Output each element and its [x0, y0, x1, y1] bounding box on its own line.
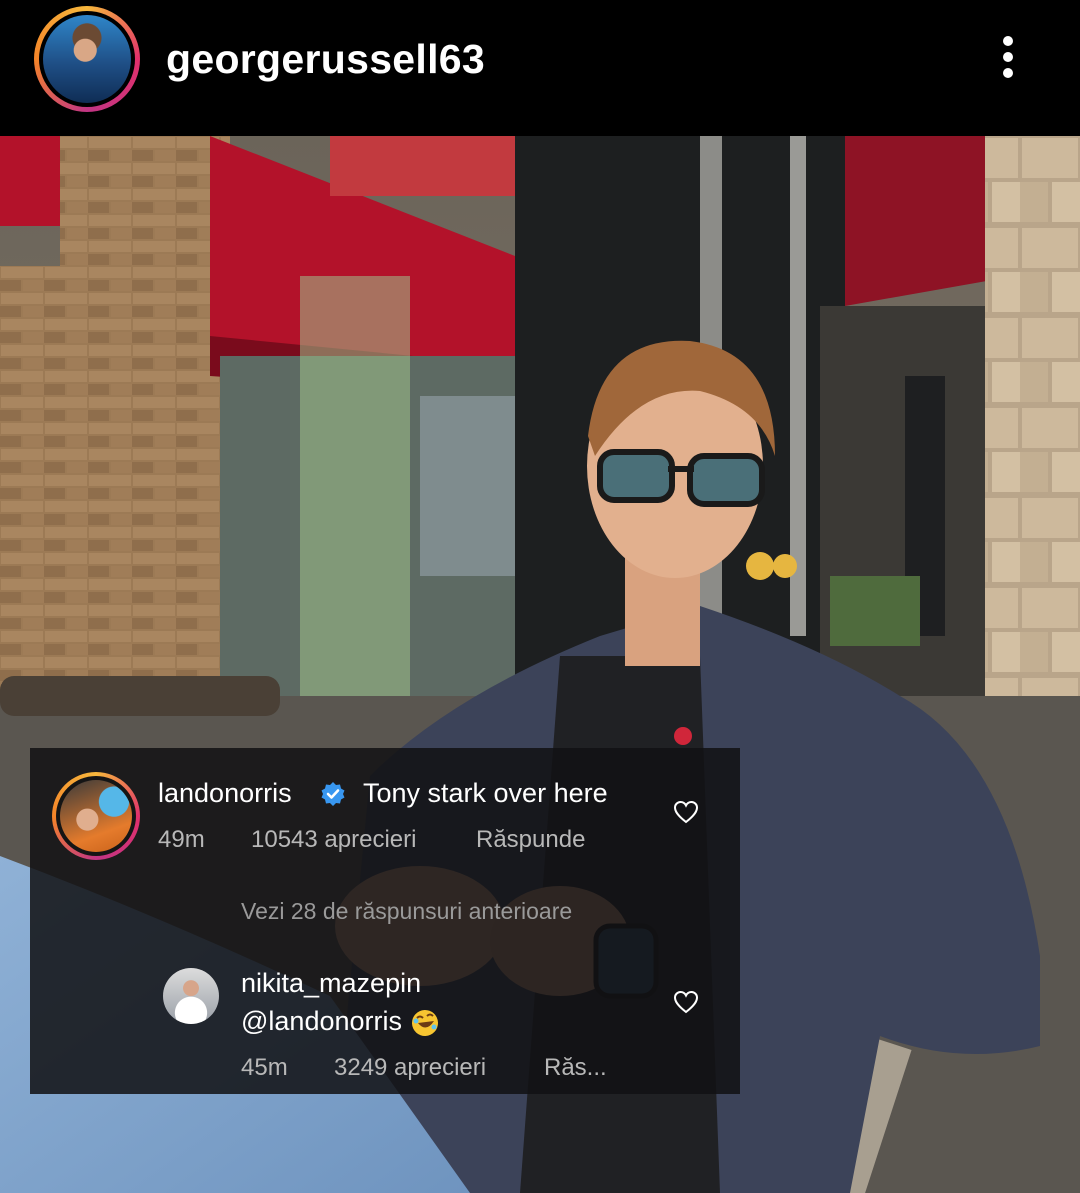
like-heart-icon[interactable]: [673, 800, 699, 824]
comment-text: Tony stark over here: [363, 778, 608, 808]
mention-link[interactable]: @landonorris: [241, 1006, 402, 1036]
reply-text: @landonorris: [241, 1006, 440, 1038]
like-heart-icon[interactable]: [673, 990, 699, 1014]
comment-username[interactable]: landonorris: [158, 778, 292, 809]
laughing-emoji-icon: [412, 1009, 438, 1036]
more-options-icon[interactable]: [996, 36, 1020, 84]
post-username[interactable]: georgerussell63: [166, 36, 485, 83]
view-previous-replies-link[interactable]: Vezi 28 de răspunsuri anterioare: [241, 898, 572, 925]
profile-avatar[interactable]: [34, 6, 140, 112]
reply-likes[interactable]: 3249 aprecieri: [334, 1054, 486, 1082]
comment-avatar-nikita[interactable]: [163, 968, 219, 1024]
comment-likes[interactable]: 10543 aprecieri: [251, 826, 416, 854]
reply-reply-button[interactable]: Răs...: [544, 1054, 607, 1082]
comment-avatar-landonorris[interactable]: [52, 772, 140, 860]
post-header: georgerussell63: [0, 0, 1080, 136]
reply-button[interactable]: Răspunde: [476, 826, 585, 854]
verified-badge-icon: [321, 782, 345, 806]
reply-username[interactable]: nikita_mazepin: [241, 968, 421, 999]
reply-time: 45m: [241, 1054, 288, 1081]
comment-time: 49m: [158, 826, 205, 853]
